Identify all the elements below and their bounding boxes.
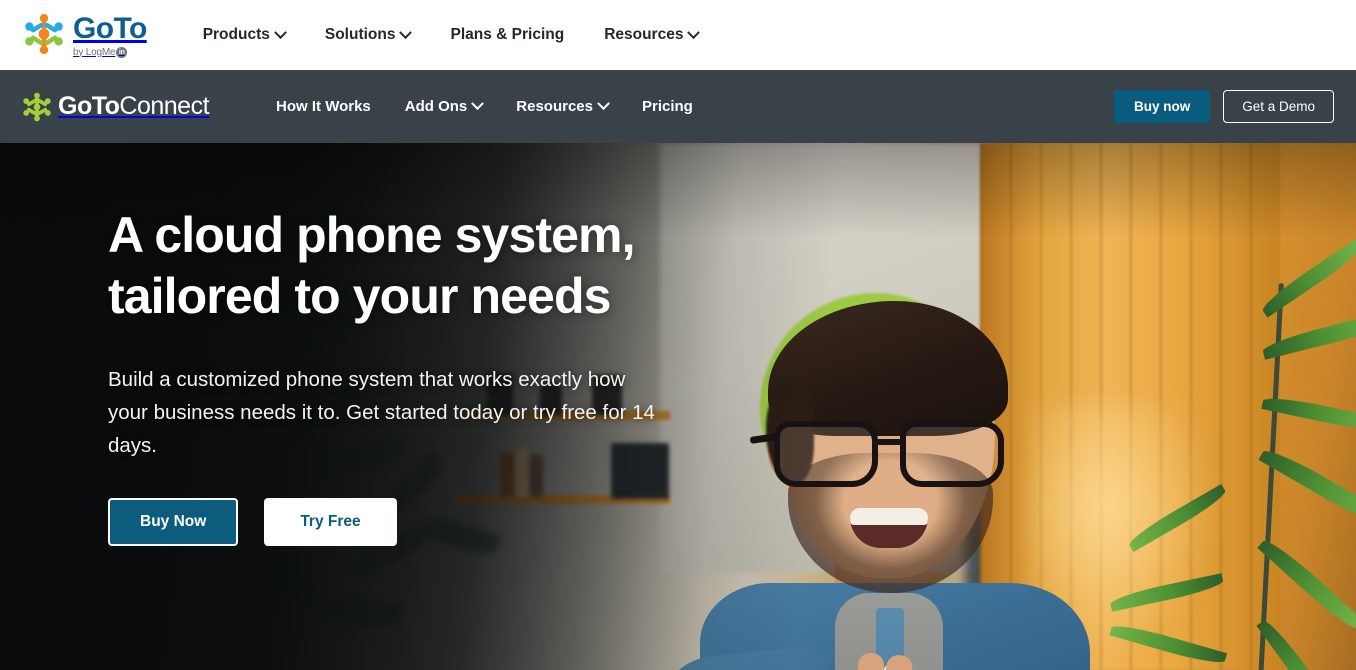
product-nav-list: How It Works Add Ons Resources Pricing	[259, 88, 710, 125]
global-nav-item-solutions[interactable]: Solutions	[305, 16, 431, 54]
global-nav-label: Resources	[604, 26, 684, 43]
chevron-down-icon	[597, 97, 610, 111]
hero-section: A cloud phone system, tailored to your n…	[0, 143, 1356, 670]
goto-wordmark: GoTo	[73, 11, 147, 45]
goto-logo[interactable]: GoTo by LogMe in	[22, 12, 147, 59]
get-a-demo-button[interactable]: Get a Demo	[1223, 90, 1334, 123]
global-nav-item-products[interactable]: Products	[183, 16, 305, 54]
global-nav-item-plans-pricing[interactable]: Plans & Pricing	[430, 16, 584, 54]
product-nav-item-resources[interactable]: Resources	[499, 88, 625, 125]
chevron-down-icon	[471, 97, 485, 111]
product-nav-label: Pricing	[641, 98, 693, 115]
chevron-down-icon	[399, 25, 413, 39]
gotoconnect-word-bold: GoTo	[58, 92, 120, 120]
global-header: GoTo by LogMe in Products Solutions Plan…	[0, 0, 1356, 70]
gotoconnect-word-light: Connect	[119, 92, 210, 120]
product-nav-label: Resources	[516, 98, 593, 115]
product-header-actions: Buy now Get a Demo	[1113, 90, 1334, 123]
product-nav-item-pricing[interactable]: Pricing	[625, 88, 710, 125]
goto-asterisk-icon	[23, 92, 51, 121]
goto-flower-icon	[25, 13, 63, 54]
chevron-down-icon	[274, 25, 287, 39]
logmein-badge-icon: in	[116, 46, 128, 58]
gotoconnect-wordmark: GoToConnect	[58, 92, 210, 120]
hero-title: A cloud phone system, tailored to your n…	[108, 207, 635, 324]
hero-cta-group: Buy Now Try Free	[108, 498, 728, 546]
global-nav-list: Products Solutions Plans & Pricing Resou…	[183, 16, 719, 54]
hero-buy-now-button[interactable]: Buy Now	[108, 498, 239, 546]
product-nav-label: How It Works	[276, 98, 371, 115]
buy-now-button[interactable]: Buy now	[1113, 90, 1211, 123]
global-nav-label: Products	[202, 26, 270, 43]
global-nav-label: Plans & Pricing	[450, 26, 565, 43]
hero-try-free-button[interactable]: Try Free	[264, 498, 397, 546]
global-nav-label: Solutions	[324, 26, 396, 43]
product-nav-label: Add Ons	[404, 98, 468, 115]
goto-byline-text: by LogMe	[73, 46, 116, 58]
product-header: GoToConnect How It Works Add Ons Resourc…	[0, 70, 1356, 143]
hero-copy-block: A cloud phone system, tailored to your n…	[108, 205, 728, 546]
global-nav-item-resources[interactable]: Resources	[584, 16, 718, 54]
chevron-down-icon	[687, 25, 701, 39]
product-nav-item-how-it-works[interactable]: How It Works	[259, 88, 388, 125]
hero-subtitle: Build a customized phone system that wor…	[108, 368, 655, 457]
gotoconnect-logo[interactable]: GoToConnect	[22, 92, 210, 122]
goto-byline: by LogMe in	[73, 46, 147, 59]
product-nav-item-add-ons[interactable]: Add Ons	[388, 88, 500, 125]
